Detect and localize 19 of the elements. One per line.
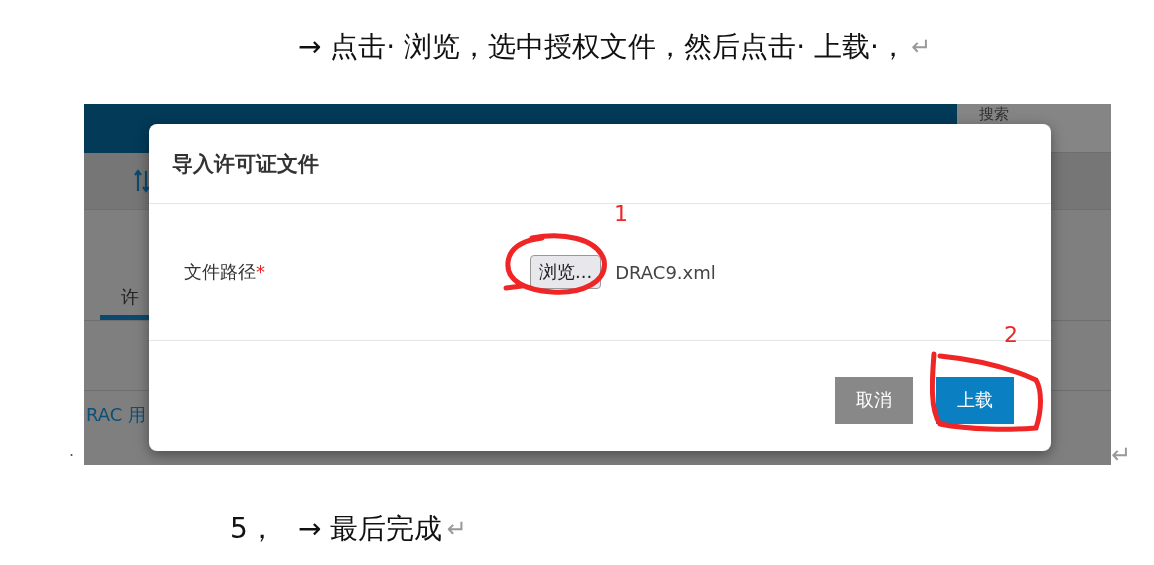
sort-icon [134, 169, 150, 193]
link-text[interactable]: RAC 用 [86, 404, 147, 425]
paragraph-mark: ↵ [1111, 445, 1132, 465]
required-mark: * [256, 261, 265, 282]
upload-button[interactable]: 上载 [936, 376, 1014, 424]
paragraph-mark: ↵ [446, 515, 467, 543]
paragraph-mark: ↵ [910, 33, 931, 61]
annotation-number: 2 [1004, 322, 1018, 347]
dialog-title: 导入许可证文件 [172, 150, 319, 178]
browse-button[interactable]: 浏览... [530, 255, 602, 289]
step-number: 5， [230, 511, 277, 547]
annotation-number: 1 [614, 201, 628, 226]
search-label: 搜索 [979, 106, 1009, 123]
field-label: 文件路径 [184, 261, 256, 282]
step-text: → 最后完成 [298, 511, 443, 547]
cancel-button[interactable]: 取消 [835, 376, 913, 424]
instruction-text: → 点击· 浏览，选中授权文件，然后点击· 上载·， [298, 29, 907, 65]
file-name: DRAC9.xml [615, 261, 716, 283]
space-mark: · [67, 446, 75, 465]
